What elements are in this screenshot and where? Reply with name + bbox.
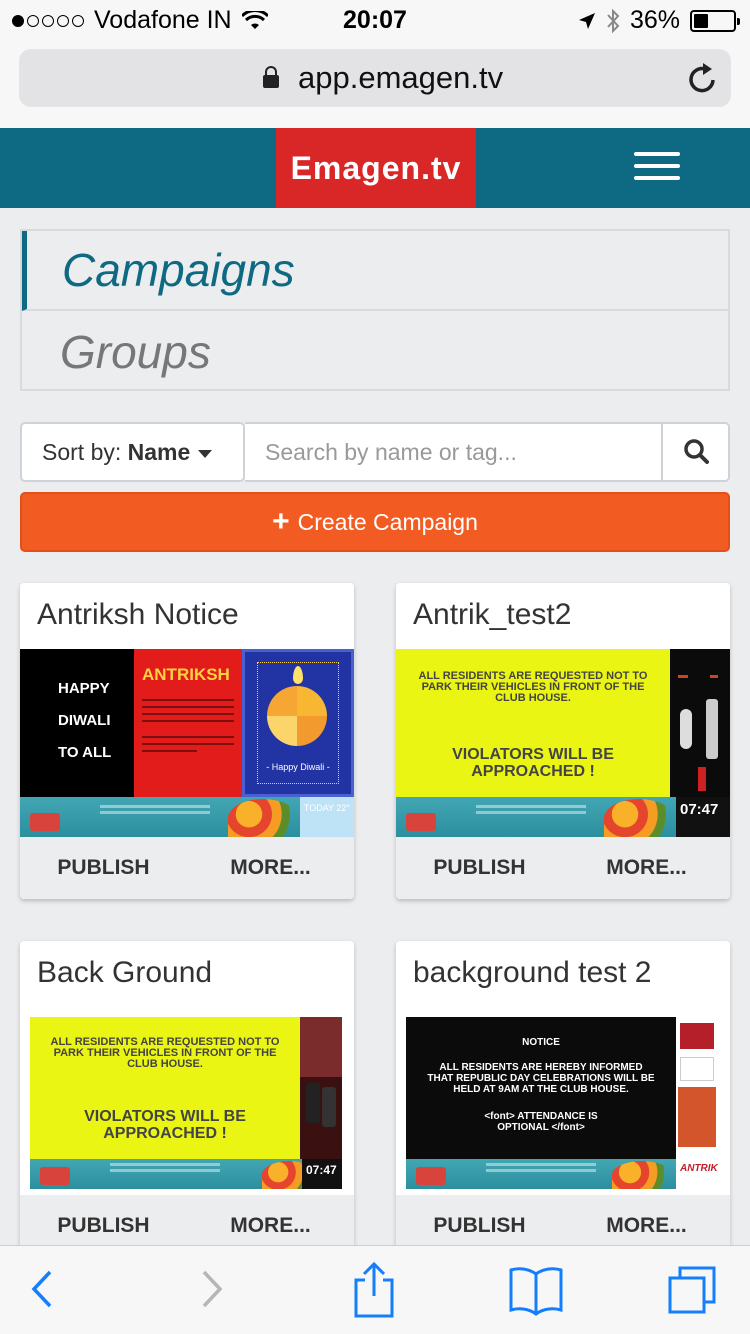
more-button[interactable]: MORE...	[563, 856, 730, 880]
more-button[interactable]: MORE...	[187, 856, 354, 880]
nav-groups[interactable]: Groups	[22, 313, 728, 393]
side-ad-panel	[300, 1017, 342, 1159]
share-icon[interactable]	[352, 1260, 396, 1320]
logo-text: Emagen.tv	[290, 149, 462, 186]
brand-badge: ANTRIKSH	[676, 1159, 718, 1189]
bookmarks-icon[interactable]	[508, 1264, 564, 1316]
url-text: app.emagen.tv	[298, 60, 504, 95]
campaign-thumbnail[interactable]: ALL RESIDENTS ARE REQUESTED NOT TO PARK …	[396, 649, 730, 837]
campaign-thumbnail[interactable]: NOTICE ALL RESIDENTS ARE HEREBY INFORMED…	[406, 1017, 718, 1189]
brand-panel: ANTRIKSH	[134, 649, 242, 797]
page: Vodafone IN 20:07 36% app.emagen.tv Emag…	[0, 0, 750, 1334]
campaign-card: background test 2 NOTICE ALL RESIDENTS A…	[396, 941, 730, 1257]
create-campaign-label: Create Campaign	[297, 508, 478, 535]
publish-button[interactable]: PUBLISH	[396, 1214, 563, 1238]
search-input[interactable]: Search by name or tag...	[245, 422, 663, 482]
app-header: Emagen.tv	[0, 128, 750, 208]
create-campaign-button[interactable]: + Create Campaign	[20, 492, 730, 552]
section-nav: Campaigns Groups	[20, 229, 730, 391]
card-actions: PUBLISH MORE...	[396, 837, 730, 899]
fruit-icon	[612, 1161, 672, 1189]
ticker-strip	[406, 1159, 718, 1189]
side-ad-panel	[670, 649, 730, 799]
fruit-icon	[228, 799, 298, 837]
publish-button[interactable]: PUBLISH	[20, 1214, 187, 1238]
notice-panel: ALL RESIDENTS ARE REQUESTED NOT TO PARK …	[30, 1017, 300, 1159]
thumb-text: HAPPY	[58, 680, 110, 697]
thumb-notice: ALL RESIDENTS ARE REQUESTED NOT TO PARK …	[50, 1036, 280, 1070]
thumb-brand: ANTRIKSH	[142, 665, 230, 684]
browser-chrome: app.emagen.tv	[0, 40, 750, 128]
status-right: 36%	[578, 6, 740, 35]
plus-icon: +	[272, 505, 290, 538]
campaign-card: Back Ground ALL RESIDENTS ARE REQUESTED …	[20, 941, 354, 1257]
campaign-card: Antriksh Notice HAPPY DIWALI TO ALL ANTR…	[20, 583, 354, 899]
more-button[interactable]: MORE...	[563, 1214, 730, 1238]
card-title[interactable]: background test 2	[413, 956, 652, 990]
forward-icon[interactable]	[198, 1264, 224, 1314]
campaign-thumbnail[interactable]: HAPPY DIWALI TO ALL ANTRIKSH - Happy Diw…	[20, 649, 354, 837]
weather-widget: TODAY 22°	[300, 797, 354, 837]
url-bar[interactable]: app.emagen.tv	[19, 49, 731, 107]
thumb-greeting: - Happy Diwali -	[266, 762, 330, 772]
thumb-notice: ALL RESIDENTS ARE HEREBY INFORMED THAT R…	[427, 1062, 655, 1095]
thumb-text: TO ALL	[58, 744, 112, 761]
browser-toolbar	[0, 1245, 750, 1334]
sort-value: Name	[127, 439, 191, 465]
reload-icon[interactable]	[687, 61, 719, 95]
diya-panel: - Happy Diwali -	[242, 649, 354, 797]
thumb-footer: <font> ATTENDANCE IS OPTIONAL </font>	[484, 1111, 598, 1133]
caret-down-icon	[198, 449, 213, 458]
more-button[interactable]: MORE...	[187, 1214, 354, 1238]
battery-icon	[690, 9, 740, 32]
thumb-warning: VIOLATORS WILL BE APPROACHED !	[84, 1108, 246, 1142]
bluetooth-icon	[607, 8, 620, 33]
diwali-panel: HAPPY DIWALI TO ALL	[20, 649, 134, 797]
fruit-icon	[604, 799, 674, 837]
thumb-warning: VIOLATORS WILL BE APPROACHED !	[452, 746, 614, 780]
publish-button[interactable]: PUBLISH	[20, 856, 187, 880]
card-title[interactable]: Antriksh Notice	[37, 598, 239, 632]
logo[interactable]: Emagen.tv	[276, 128, 476, 208]
nav-campaigns[interactable]: Campaigns	[22, 231, 728, 311]
flame-icon	[293, 666, 303, 684]
clock-widget: 07:47	[676, 797, 730, 837]
sort-prefix: Sort by:	[42, 439, 122, 465]
diya-icon	[267, 686, 327, 746]
sort-dropdown[interactable]: Sort by: Name	[20, 422, 245, 482]
tabs-icon[interactable]	[666, 1264, 720, 1318]
notice-panel: ALL RESIDENTS ARE REQUESTED NOT TO PARK …	[396, 649, 670, 799]
back-icon[interactable]	[30, 1264, 56, 1314]
status-bar: Vodafone IN 20:07 36%	[0, 0, 750, 40]
search-icon	[684, 439, 709, 464]
notice-panel: NOTICE ALL RESIDENTS ARE HEREBY INFORMED…	[406, 1017, 676, 1159]
lock-icon	[263, 66, 279, 88]
thumb-text: DIWALI	[58, 712, 111, 729]
location-arrow-icon	[578, 12, 595, 29]
side-ad-panel	[676, 1017, 718, 1159]
menu-icon[interactable]	[634, 152, 680, 184]
ticker-strip	[30, 1159, 342, 1189]
clock-widget: 07:47	[302, 1159, 342, 1189]
campaign-thumbnail[interactable]: ALL RESIDENTS ARE REQUESTED NOT TO PARK …	[30, 1017, 342, 1189]
thumb-notice: ALL RESIDENTS ARE REQUESTED NOT TO PARK …	[418, 670, 648, 704]
publish-button[interactable]: PUBLISH	[396, 856, 563, 880]
thumb-heading: NOTICE	[522, 1037, 560, 1048]
campaign-card: Antrik_test2 ALL RESIDENTS ARE REQUESTED…	[396, 583, 730, 899]
card-title[interactable]: Antrik_test2	[413, 598, 571, 632]
card-title[interactable]: Back Ground	[37, 956, 212, 990]
battery-percent: 36%	[629, 6, 680, 34]
card-actions: PUBLISH MORE...	[20, 837, 354, 899]
search-button[interactable]	[661, 422, 730, 482]
battery-fill	[694, 13, 708, 28]
